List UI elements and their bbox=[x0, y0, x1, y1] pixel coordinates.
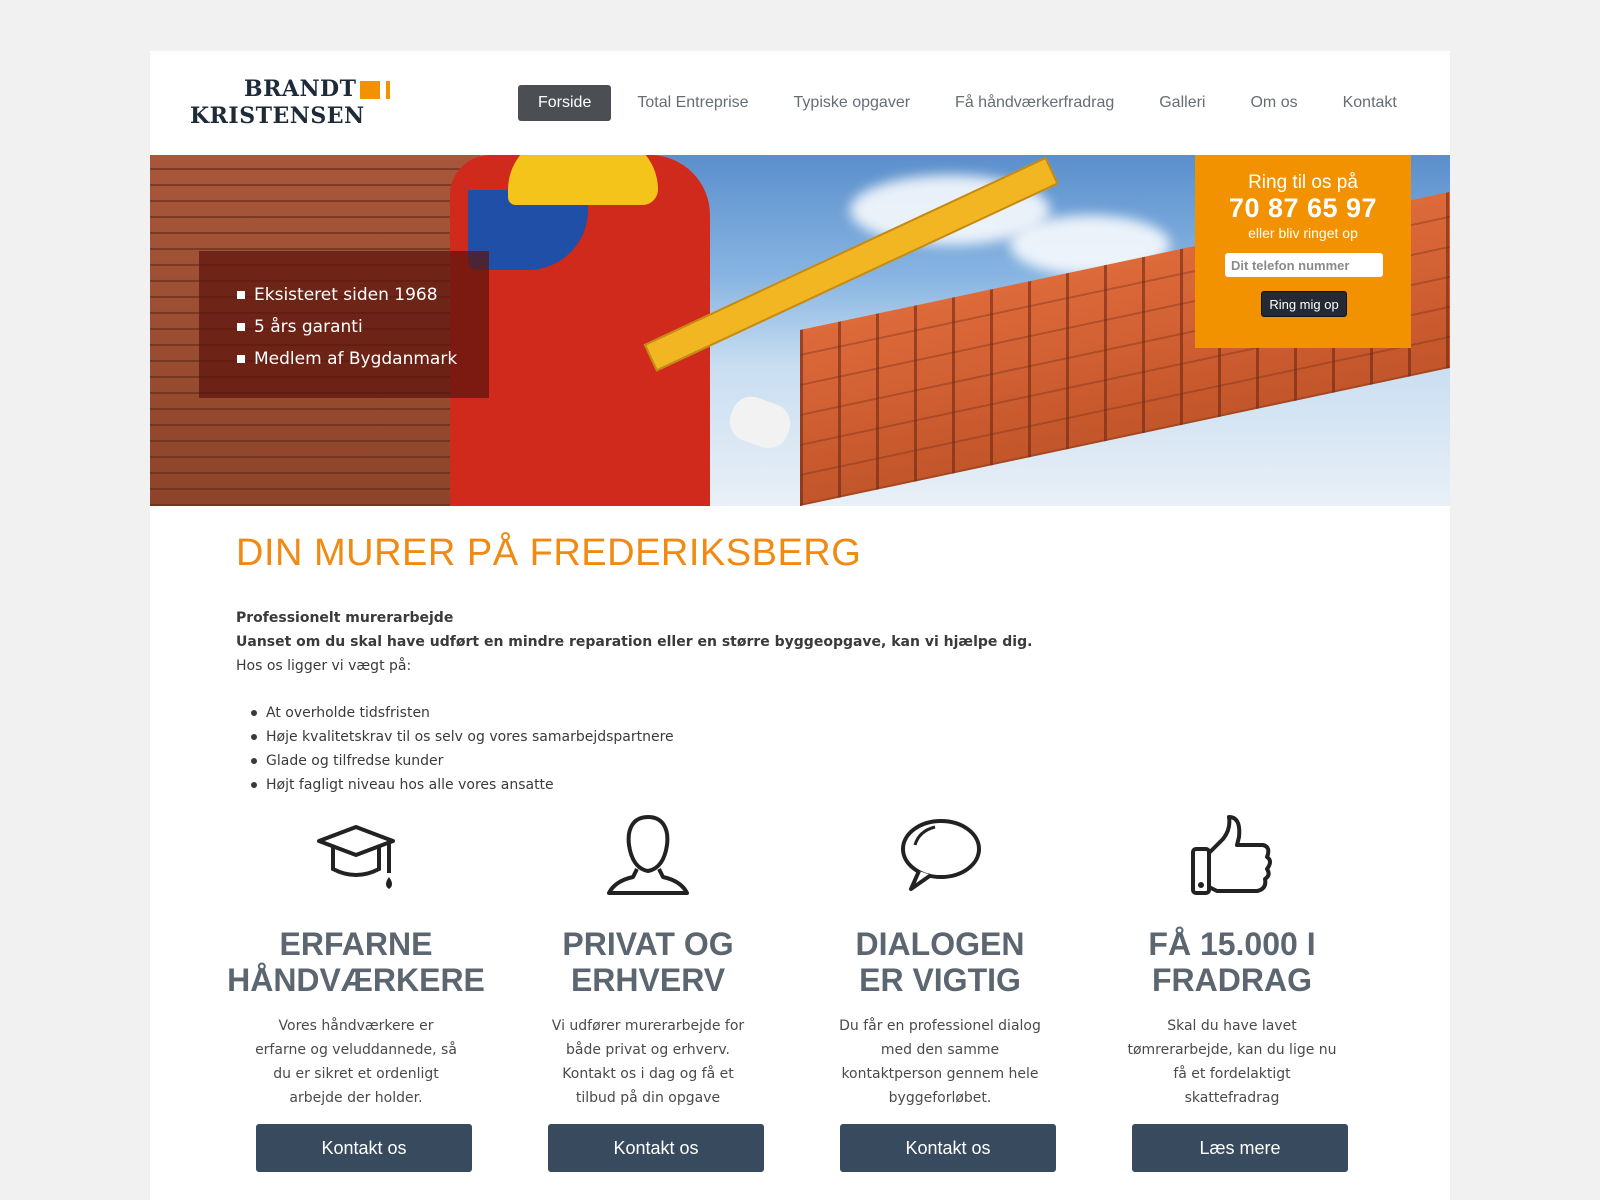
nav-item-forside[interactable]: Forside bbox=[518, 85, 612, 121]
callback-subheading: eller bliv ringet op bbox=[1248, 225, 1358, 241]
feature-privat: PRIVAT OG ERHVERV Vi udfører murerarbejd… bbox=[528, 811, 768, 1191]
hero-bullet-text: Medlem af Bygdanmark bbox=[254, 349, 458, 369]
list-item-text: Glade og tilfredse kunder bbox=[266, 753, 444, 769]
hero-bullet: 5 års garanti bbox=[237, 311, 457, 343]
values-list: At overholde tidsfristen Høje kvalitetsk… bbox=[236, 701, 674, 797]
bullet-dot-icon bbox=[251, 710, 257, 716]
speech-bubble-icon bbox=[901, 819, 981, 891]
phone-input[interactable] bbox=[1225, 253, 1383, 277]
feature-erfarne: ERFARNE HÅNDVÆRKERE Vores håndværkere er… bbox=[227, 811, 485, 1191]
phone-number[interactable]: 70 87 65 97 bbox=[1195, 193, 1411, 224]
logo-text-brandt: BRANDT bbox=[244, 76, 357, 102]
feature-title-line: PRIVAT OG bbox=[562, 926, 734, 962]
list-item-text: At overholde tidsfristen bbox=[266, 705, 430, 721]
feature-title-line: FRADRAG bbox=[1152, 962, 1312, 998]
feature-title-line: ERFARNE bbox=[279, 926, 433, 962]
call-me-button[interactable]: Ring mig op bbox=[1261, 291, 1347, 317]
list-item: Glade og tilfredse kunder bbox=[236, 749, 674, 773]
logo-text-kristensen: KRISTENSEN bbox=[190, 103, 365, 129]
intro-line: Hos os ligger vi vægt på: bbox=[236, 658, 412, 674]
square-bullet-icon bbox=[237, 323, 245, 331]
bullet-dot-icon bbox=[251, 734, 257, 740]
page-container: BRANDT KRISTENSEN Forside Total Entrepri… bbox=[150, 51, 1450, 1200]
feature-text: Du får en professionel dialog med den sa… bbox=[839, 1018, 1041, 1106]
feature-fradrag: FÅ 15.000 I FRADRAG Skal du have lavet t… bbox=[1112, 811, 1352, 1191]
helmet-image bbox=[508, 155, 658, 205]
list-item: Høje kvalitetskrav til os selv og vores … bbox=[236, 725, 674, 749]
hero-bullet-text: 5 års garanti bbox=[254, 317, 363, 337]
feature-title: DIALOGEN ER VIGTIG bbox=[810, 926, 1070, 998]
read-more-button[interactable]: Læs mere bbox=[1132, 1124, 1348, 1172]
nav-item-haandvaerkerfradrag[interactable]: Få håndværkerfradrag bbox=[935, 85, 1134, 121]
nav-item-typiske-opgaver[interactable]: Typiske opgaver bbox=[774, 85, 931, 121]
nav-item-galleri[interactable]: Galleri bbox=[1139, 85, 1225, 121]
nav-item-om-os[interactable]: Om os bbox=[1230, 85, 1317, 121]
bullet-dot-icon bbox=[251, 782, 257, 788]
nav-item-kontakt[interactable]: Kontakt bbox=[1323, 85, 1417, 121]
feature-dialog: DIALOGEN ER VIGTIG Du får en professione… bbox=[820, 811, 1060, 1191]
contact-button[interactable]: Kontakt os bbox=[840, 1124, 1056, 1172]
list-item: At overholde tidsfristen bbox=[236, 701, 674, 725]
bullet-dot-icon bbox=[251, 758, 257, 764]
hero-bullets-box: Eksisteret siden 1968 5 års garanti Medl… bbox=[199, 251, 489, 398]
intro-heading: Professionelt murerarbejde bbox=[236, 610, 454, 626]
feature-title-line: FÅ 15.000 I bbox=[1148, 926, 1316, 962]
contact-button[interactable]: Kontakt os bbox=[548, 1124, 764, 1172]
square-bullet-icon bbox=[237, 355, 245, 363]
feature-title-line: ER VIGTIG bbox=[859, 962, 1021, 998]
features-row: ERFARNE HÅNDVÆRKERE Vores håndværkere er… bbox=[227, 811, 1406, 1191]
callback-box: Ring til os på 70 87 65 97 eller bliv ri… bbox=[1195, 155, 1411, 348]
hero-bullet: Medlem af Bygdanmark bbox=[237, 343, 457, 375]
intro-lead: Uanset om du skal have udført en mindre … bbox=[236, 634, 1033, 650]
list-item-text: Højt fagligt niveau hos alle vores ansat… bbox=[266, 777, 554, 793]
feature-title: FÅ 15.000 I FRADRAG bbox=[1102, 926, 1362, 998]
feature-title: ERFARNE HÅNDVÆRKERE bbox=[226, 926, 486, 998]
feature-title-line: DIALOGEN bbox=[855, 926, 1025, 962]
contact-button[interactable]: Kontakt os bbox=[256, 1124, 472, 1172]
list-item: Højt fagligt niveau hos alle vores ansat… bbox=[236, 773, 674, 797]
feature-title-line: HÅNDVÆRKERE bbox=[227, 962, 485, 998]
intro-text: Professionelt murerarbejde Uanset om du … bbox=[236, 606, 1032, 678]
logo-bar-icon bbox=[386, 81, 390, 99]
graduation-cap-icon bbox=[317, 825, 395, 889]
page-title: DIN MURER PÅ FREDERIKSBERG bbox=[236, 532, 862, 574]
hero-bullets-list: Eksisteret siden 1968 5 års garanti Medl… bbox=[237, 279, 457, 375]
main-nav: Forside Total Entreprise Typiske opgaver… bbox=[518, 85, 1422, 121]
feature-text: Vi udfører murerarbejde for både privat … bbox=[551, 1018, 745, 1106]
square-bullet-icon bbox=[237, 291, 245, 299]
person-icon bbox=[607, 814, 689, 895]
feature-title-line: ERHVERV bbox=[570, 962, 726, 998]
callback-heading: Ring til os på bbox=[1248, 172, 1358, 193]
hero-bullet-text: Eksisteret siden 1968 bbox=[254, 285, 438, 305]
glove-image bbox=[724, 391, 796, 454]
feature-text: Vores håndværkere er erfarne og veluddan… bbox=[255, 1018, 457, 1106]
list-item-text: Høje kvalitetskrav til os selv og vores … bbox=[266, 729, 674, 745]
nav-item-total-entreprise[interactable]: Total Entreprise bbox=[617, 85, 768, 121]
hero-bullet: Eksisteret siden 1968 bbox=[237, 279, 457, 311]
thumbs-up-icon bbox=[1191, 815, 1272, 895]
brand-logo[interactable]: BRANDT KRISTENSEN bbox=[190, 78, 400, 130]
logo-square-icon bbox=[360, 81, 380, 99]
feature-text: Skal du have lavet tømrerarbejde, kan du… bbox=[1127, 1018, 1337, 1106]
feature-title: PRIVAT OG ERHVERV bbox=[518, 926, 778, 998]
